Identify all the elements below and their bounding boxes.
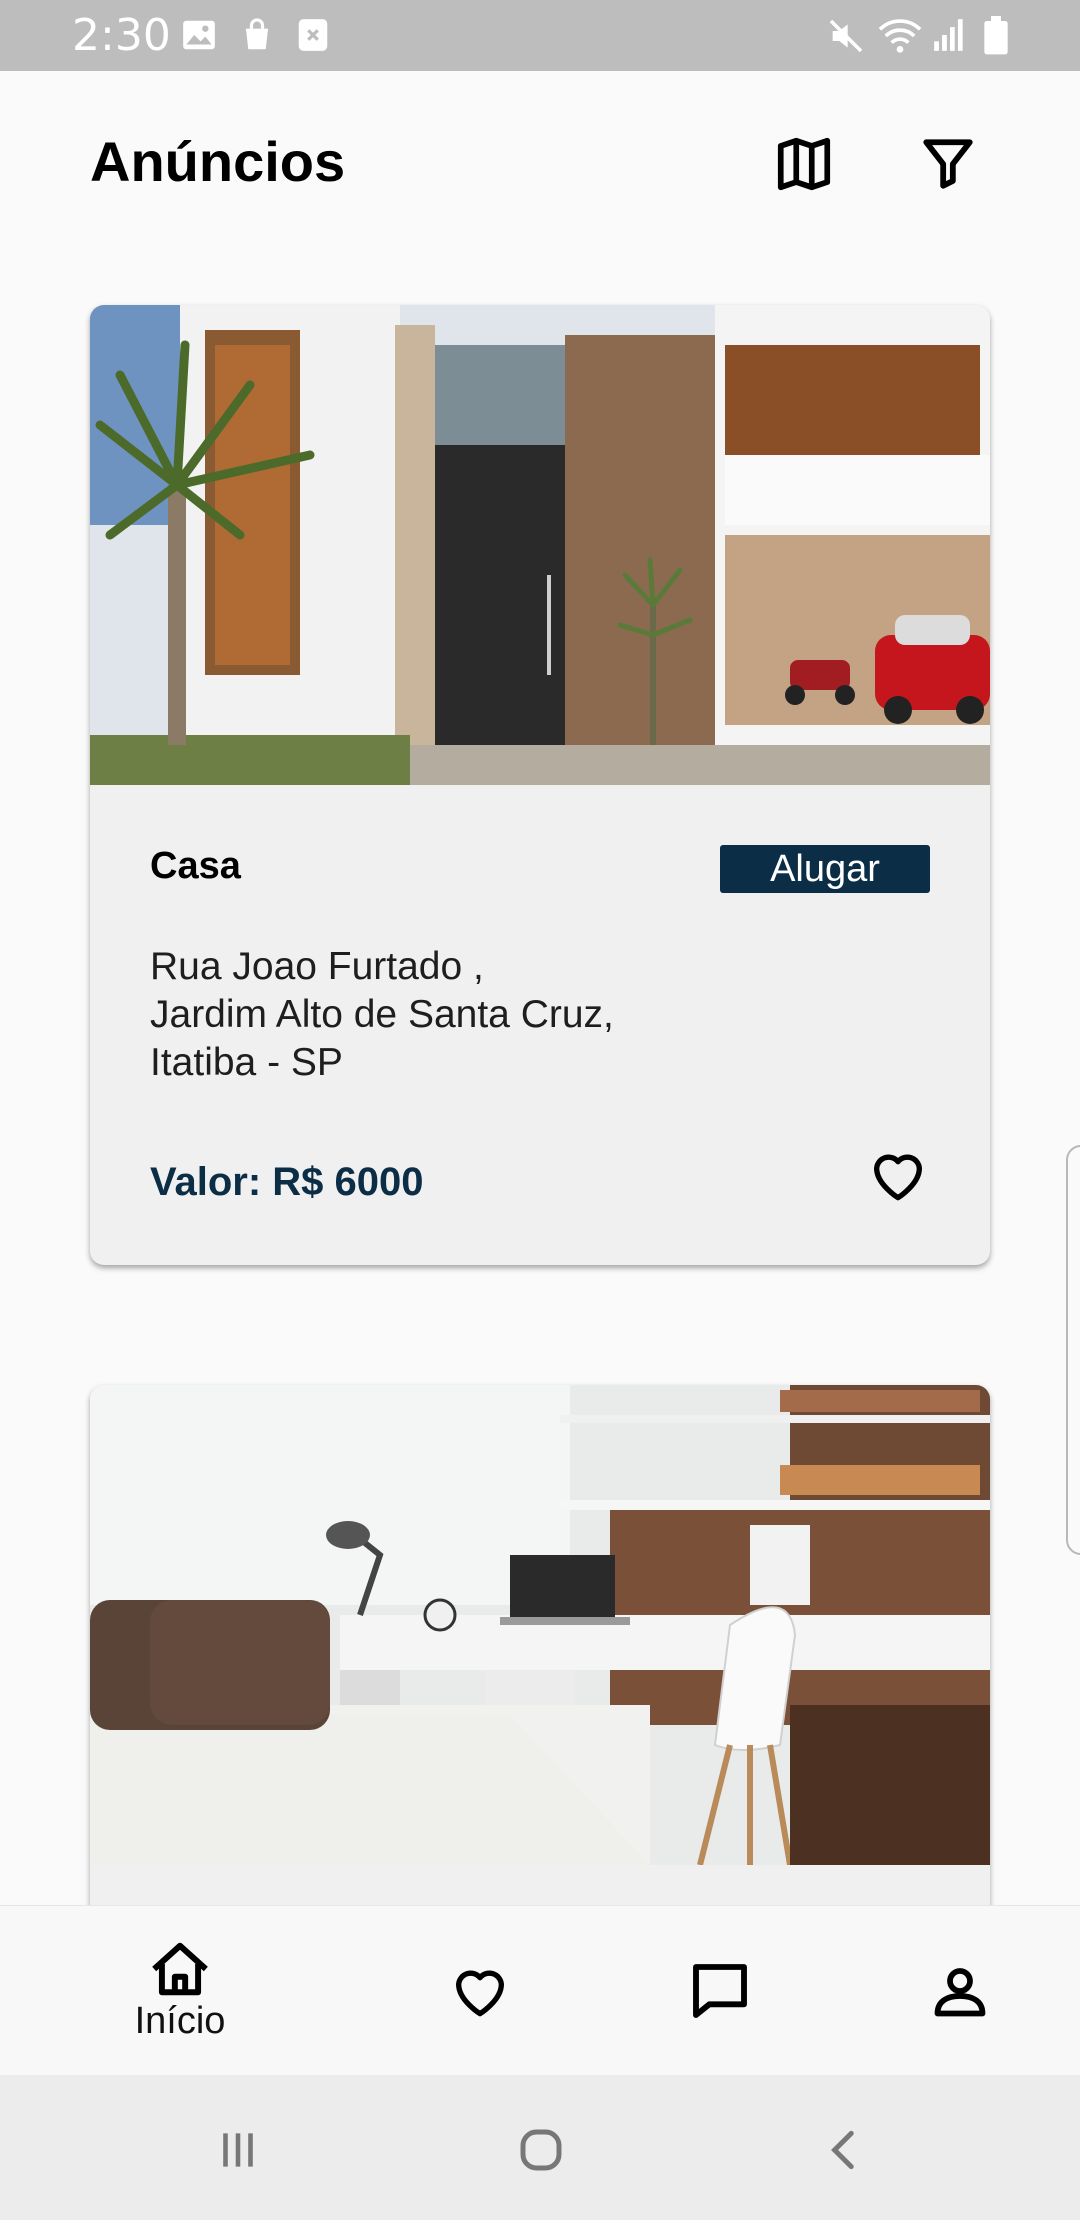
bottom-navigation: Início bbox=[0, 1905, 1080, 2075]
home-circle-icon bbox=[520, 2129, 562, 2171]
app-bar: Anúncios bbox=[0, 71, 1080, 261]
nav-profile[interactable] bbox=[920, 1906, 1000, 2076]
wifi-icon bbox=[878, 16, 922, 61]
status-bar: 2:30 bbox=[0, 0, 1080, 71]
profile-icon bbox=[934, 1968, 986, 2017]
image-icon bbox=[180, 16, 218, 59]
back-button[interactable] bbox=[810, 2115, 880, 2185]
address-line: Jardim Alto de Santa Cruz, bbox=[150, 993, 614, 1036]
home-icon bbox=[152, 1942, 208, 1995]
nav-messages[interactable] bbox=[680, 1906, 760, 2076]
filter-button[interactable] bbox=[913, 129, 983, 199]
chat-icon bbox=[693, 1964, 747, 2018]
listing-photo bbox=[90, 305, 990, 785]
page-title: Anúncios bbox=[90, 130, 346, 193]
favorite-button[interactable] bbox=[866, 1143, 930, 1207]
recents-button[interactable] bbox=[203, 2115, 273, 2185]
listing-price: Valor: R$ 6000 bbox=[150, 1160, 424, 1204]
listing-address: Rua Joao Furtado , Jardim Alto de Santa … bbox=[150, 943, 614, 1087]
listing-type: Casa bbox=[150, 845, 241, 887]
listing-card[interactable]: Casa Alugar Rua Joao Furtado , Jardim Al… bbox=[90, 305, 990, 1265]
battery-icon bbox=[982, 16, 1010, 61]
listing-badge-rent: Alugar bbox=[720, 845, 930, 893]
recents-icon bbox=[223, 2133, 253, 2167]
system-navigation-bar bbox=[0, 2075, 1080, 2220]
nav-home-label: Início bbox=[134, 1999, 226, 2042]
address-line: Itatiba - SP bbox=[150, 1041, 343, 1084]
listing-photo bbox=[90, 1385, 990, 1865]
filter-icon bbox=[923, 139, 973, 189]
nav-home[interactable]: Início bbox=[120, 1906, 240, 2076]
nav-favorites[interactable] bbox=[440, 1906, 520, 2076]
heart-outline-icon bbox=[874, 1154, 922, 1201]
address-line: Rua Joao Furtado , bbox=[150, 945, 484, 988]
system-home-button[interactable] bbox=[506, 2115, 576, 2185]
signal-icon bbox=[932, 16, 968, 59]
close-box-icon bbox=[294, 16, 332, 59]
map-icon bbox=[777, 137, 831, 191]
screen: 2:30 Anúncios Casa Alugar Rua Joao Furta… bbox=[0, 0, 1080, 2220]
shopping-bag-icon bbox=[238, 16, 276, 59]
heart-icon bbox=[456, 1970, 504, 2017]
status-time: 2:30 bbox=[72, 10, 171, 61]
scroll-handle[interactable] bbox=[1066, 1145, 1080, 1555]
map-button[interactable] bbox=[769, 129, 839, 199]
back-icon bbox=[831, 2130, 854, 2170]
mute-icon bbox=[826, 16, 866, 61]
